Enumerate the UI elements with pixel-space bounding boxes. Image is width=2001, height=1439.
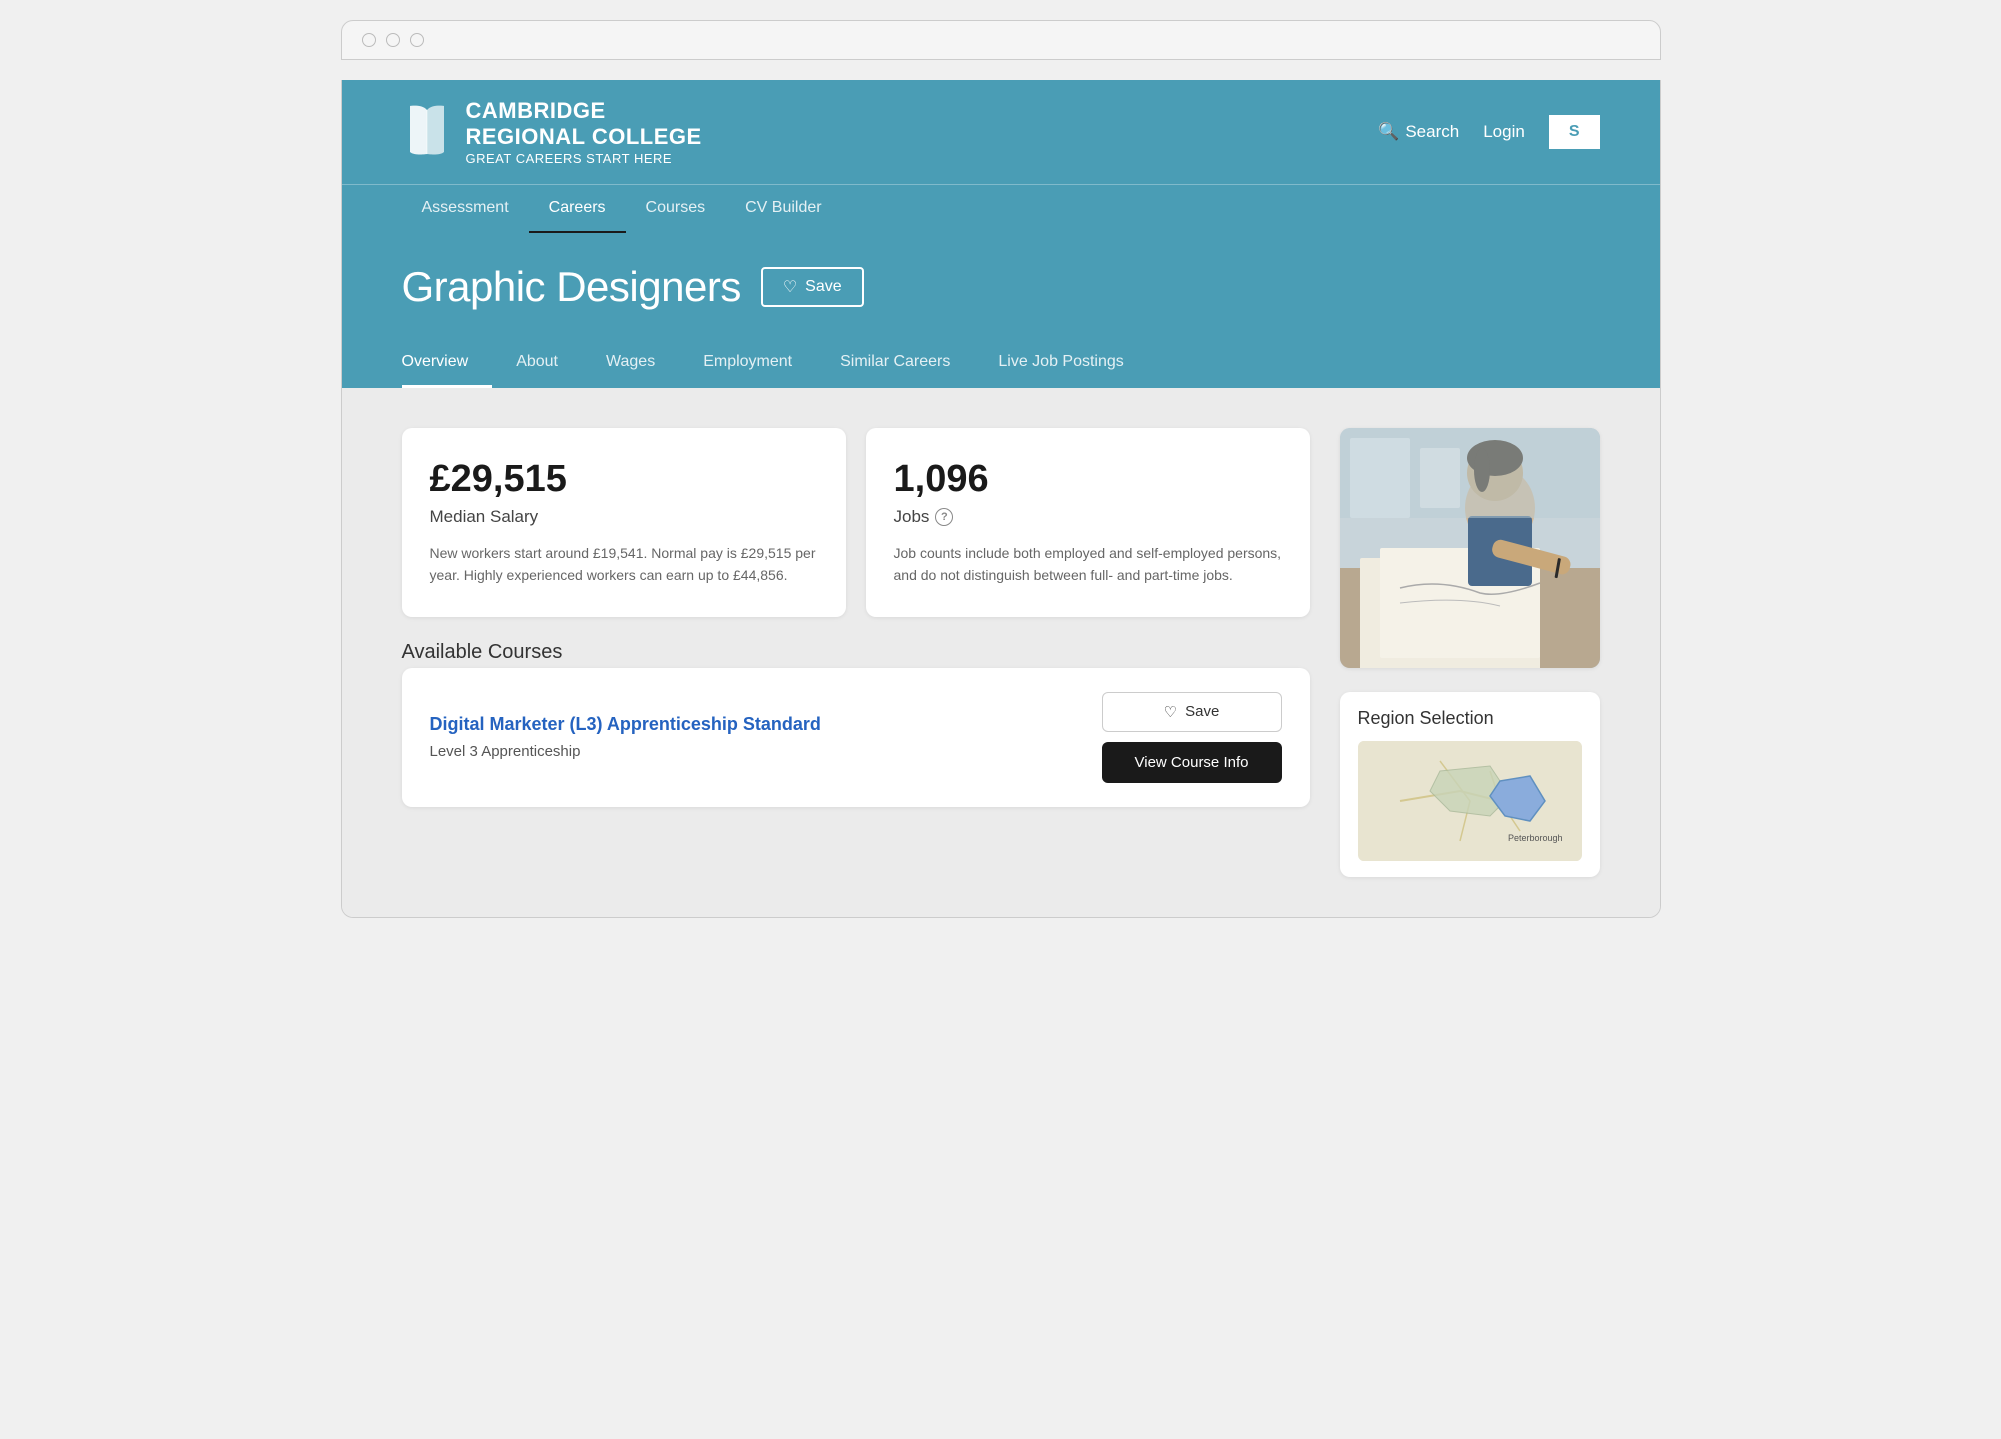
main-content: £29,515 Median Salary New workers start … xyxy=(342,388,1660,917)
course-actions: ♡ Save View Course Info xyxy=(1102,692,1282,783)
heart-outline-icon: ♡ xyxy=(1164,703,1177,721)
college-name: CAMBRIDGE REGIONAL COLLEGE xyxy=(466,98,702,151)
logo-icon xyxy=(402,102,452,162)
svg-text:Peterborough: Peterborough xyxy=(1508,833,1563,843)
logo-area: CAMBRIDGE REGIONAL COLLEGE GREAT CAREERS… xyxy=(402,98,702,166)
main-nav: Assessment Careers Courses CV Builder xyxy=(342,184,1660,233)
nav-item-assessment[interactable]: Assessment xyxy=(402,185,529,233)
page-wrapper: CAMBRIDGE REGIONAL COLLEGE GREAT CAREERS… xyxy=(341,80,1661,918)
content-right: Region Selection xyxy=(1340,428,1600,877)
save-career-button[interactable]: ♡ Save xyxy=(761,267,864,307)
salary-label: Median Salary xyxy=(430,507,818,527)
salary-card: £29,515 Median Salary New workers start … xyxy=(402,428,846,616)
heart-icon: ♡ xyxy=(783,277,797,297)
browser-chrome xyxy=(341,20,1661,60)
header-actions: 🔍 Search Login S xyxy=(1378,115,1599,149)
salary-description: New workers start around £19,541. Normal… xyxy=(430,543,818,586)
course-level: Level 3 Apprenticeship xyxy=(430,743,1082,760)
available-courses-section: Available Courses Digital Marketer (L3) … xyxy=(402,641,1310,807)
tab-overview[interactable]: Overview xyxy=(402,339,493,388)
course-info: Digital Marketer (L3) Apprenticeship Sta… xyxy=(430,714,1082,760)
career-title-row: Graphic Designers ♡ Save xyxy=(402,263,1600,311)
nav-item-courses[interactable]: Courses xyxy=(626,185,726,233)
browser-dot-red xyxy=(362,33,376,47)
college-tagline: GREAT CAREERS START HERE xyxy=(466,151,702,167)
nav-item-cv-builder[interactable]: CV Builder xyxy=(725,185,841,233)
career-photo-card xyxy=(1340,428,1600,668)
header: CAMBRIDGE REGIONAL COLLEGE GREAT CAREERS… xyxy=(342,80,1660,184)
content-left: £29,515 Median Salary New workers start … xyxy=(402,428,1310,877)
career-image-svg xyxy=(1340,428,1600,668)
browser-dot-green xyxy=(410,33,424,47)
jobs-info-icon[interactable]: ? xyxy=(935,508,953,526)
career-title: Graphic Designers xyxy=(402,263,741,311)
region-card: Region Selection xyxy=(1340,692,1600,877)
tab-wages[interactable]: Wages xyxy=(582,339,679,388)
jobs-description: Job counts include both employed and sel… xyxy=(894,543,1282,586)
login-button[interactable]: Login xyxy=(1483,122,1525,142)
search-button[interactable]: 🔍 Search xyxy=(1378,122,1459,142)
hero-section: Graphic Designers ♡ Save Overview About … xyxy=(342,233,1660,388)
search-icon: 🔍 xyxy=(1378,122,1399,142)
logo-text: CAMBRIDGE REGIONAL COLLEGE GREAT CAREERS… xyxy=(466,98,702,166)
course-name-link[interactable]: Digital Marketer (L3) Apprenticeship Sta… xyxy=(430,714,1082,735)
tab-live-job-postings[interactable]: Live Job Postings xyxy=(974,339,1147,388)
available-courses-title: Available Courses xyxy=(402,641,1310,664)
career-tabs: Overview About Wages Employment Similar … xyxy=(402,339,1600,388)
tab-about[interactable]: About xyxy=(492,339,582,388)
jobs-value: 1,096 xyxy=(894,458,1282,501)
view-course-info-button[interactable]: View Course Info xyxy=(1102,742,1282,783)
stats-row: £29,515 Median Salary New workers start … xyxy=(402,428,1310,616)
browser-dot-yellow xyxy=(386,33,400,47)
jobs-label: Jobs ? xyxy=(894,507,1282,527)
course-card: Digital Marketer (L3) Apprenticeship Sta… xyxy=(402,668,1310,807)
save-course-button[interactable]: ♡ Save xyxy=(1102,692,1282,732)
signup-button[interactable]: S xyxy=(1549,115,1600,149)
jobs-card: 1,096 Jobs ? Job counts include both emp… xyxy=(866,428,1310,616)
tab-employment[interactable]: Employment xyxy=(679,339,816,388)
salary-value: £29,515 xyxy=(430,458,818,501)
tab-similar-careers[interactable]: Similar Careers xyxy=(816,339,974,388)
career-photo xyxy=(1340,428,1600,668)
map-svg: Peterborough xyxy=(1358,741,1582,861)
region-map: Peterborough xyxy=(1358,741,1582,861)
region-selection-title: Region Selection xyxy=(1358,708,1582,729)
nav-item-careers[interactable]: Careers xyxy=(529,185,626,233)
